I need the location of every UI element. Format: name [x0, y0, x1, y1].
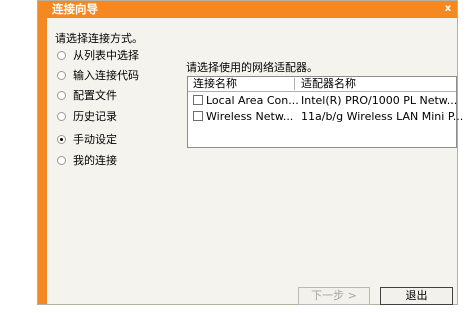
next-button[interactable]: 下一步 >: [298, 287, 370, 305]
radio-enter-code[interactable]: 输入连接代码: [57, 67, 139, 83]
column-header-adapter-name[interactable]: 适配器名称: [301, 77, 356, 91]
radio-label: 我的连接: [73, 154, 117, 167]
column-header-connection-name[interactable]: 连接名称: [193, 77, 237, 91]
adapter-name-cell: 11a/b/g Wireless LAN Mini P...: [301, 110, 464, 123]
connection-wizard-dialog: 连接向导 x 请选择连接方式。 从列表中选择 输入连接代码 配置文件 历史记录 …: [37, 0, 463, 305]
radio-dot[interactable]: [57, 50, 66, 60]
radio-history[interactable]: 历史记录: [57, 108, 117, 124]
list-header: 连接名称 适配器名称: [188, 77, 456, 92]
radio-config-file[interactable]: 配置文件: [57, 87, 117, 103]
connection-name-cell: Wireless Netw...: [206, 110, 294, 123]
adapter-checkbox[interactable]: [193, 95, 203, 105]
left-accent-strip: [38, 18, 47, 304]
radio-label: 从列表中选择: [73, 49, 139, 62]
radio-from-list[interactable]: 从列表中选择: [57, 47, 139, 63]
radio-manual-setup[interactable]: 手动设定: [57, 131, 117, 147]
adapter-prompt: 请选择使用的网络适配器。: [186, 61, 318, 74]
radio-label: 历史记录: [73, 110, 117, 123]
adapter-list[interactable]: 连接名称 适配器名称 Local Area Con... Intel(R) PR…: [187, 76, 463, 148]
radio-dot[interactable]: [57, 90, 66, 100]
radio-my-connections[interactable]: 我的连接: [57, 152, 117, 168]
radio-dot[interactable]: [57, 155, 66, 165]
radio-label: 手动设定: [73, 133, 117, 146]
adapter-row[interactable]: Wireless Netw... 11a/b/g Wireless LAN Mi…: [188, 109, 463, 124]
wizard-content: 请选择连接方式。 从列表中选择 输入连接代码 配置文件 历史记录 手动设定 我的…: [47, 18, 463, 305]
radio-dot[interactable]: [57, 70, 66, 80]
title-bar: 连接向导 x: [38, 1, 457, 18]
connection-method-prompt: 请选择连接方式。: [55, 32, 143, 45]
column-separator[interactable]: [294, 78, 295, 90]
radio-label: 输入连接代码: [73, 69, 139, 82]
adapter-name-cell: Intel(R) PRO/1000 PL Netw...: [301, 94, 458, 107]
window-title: 连接向导: [52, 2, 98, 16]
radio-dot[interactable]: [57, 111, 66, 121]
radio-dot[interactable]: [57, 134, 66, 144]
close-icon[interactable]: x: [442, 3, 454, 15]
connection-name-cell: Local Area Con...: [206, 94, 299, 107]
adapter-checkbox[interactable]: [193, 111, 203, 121]
exit-button[interactable]: 退出: [380, 287, 453, 305]
adapter-row[interactable]: Local Area Con... Intel(R) PRO/1000 PL N…: [188, 93, 458, 108]
radio-label: 配置文件: [73, 89, 117, 102]
